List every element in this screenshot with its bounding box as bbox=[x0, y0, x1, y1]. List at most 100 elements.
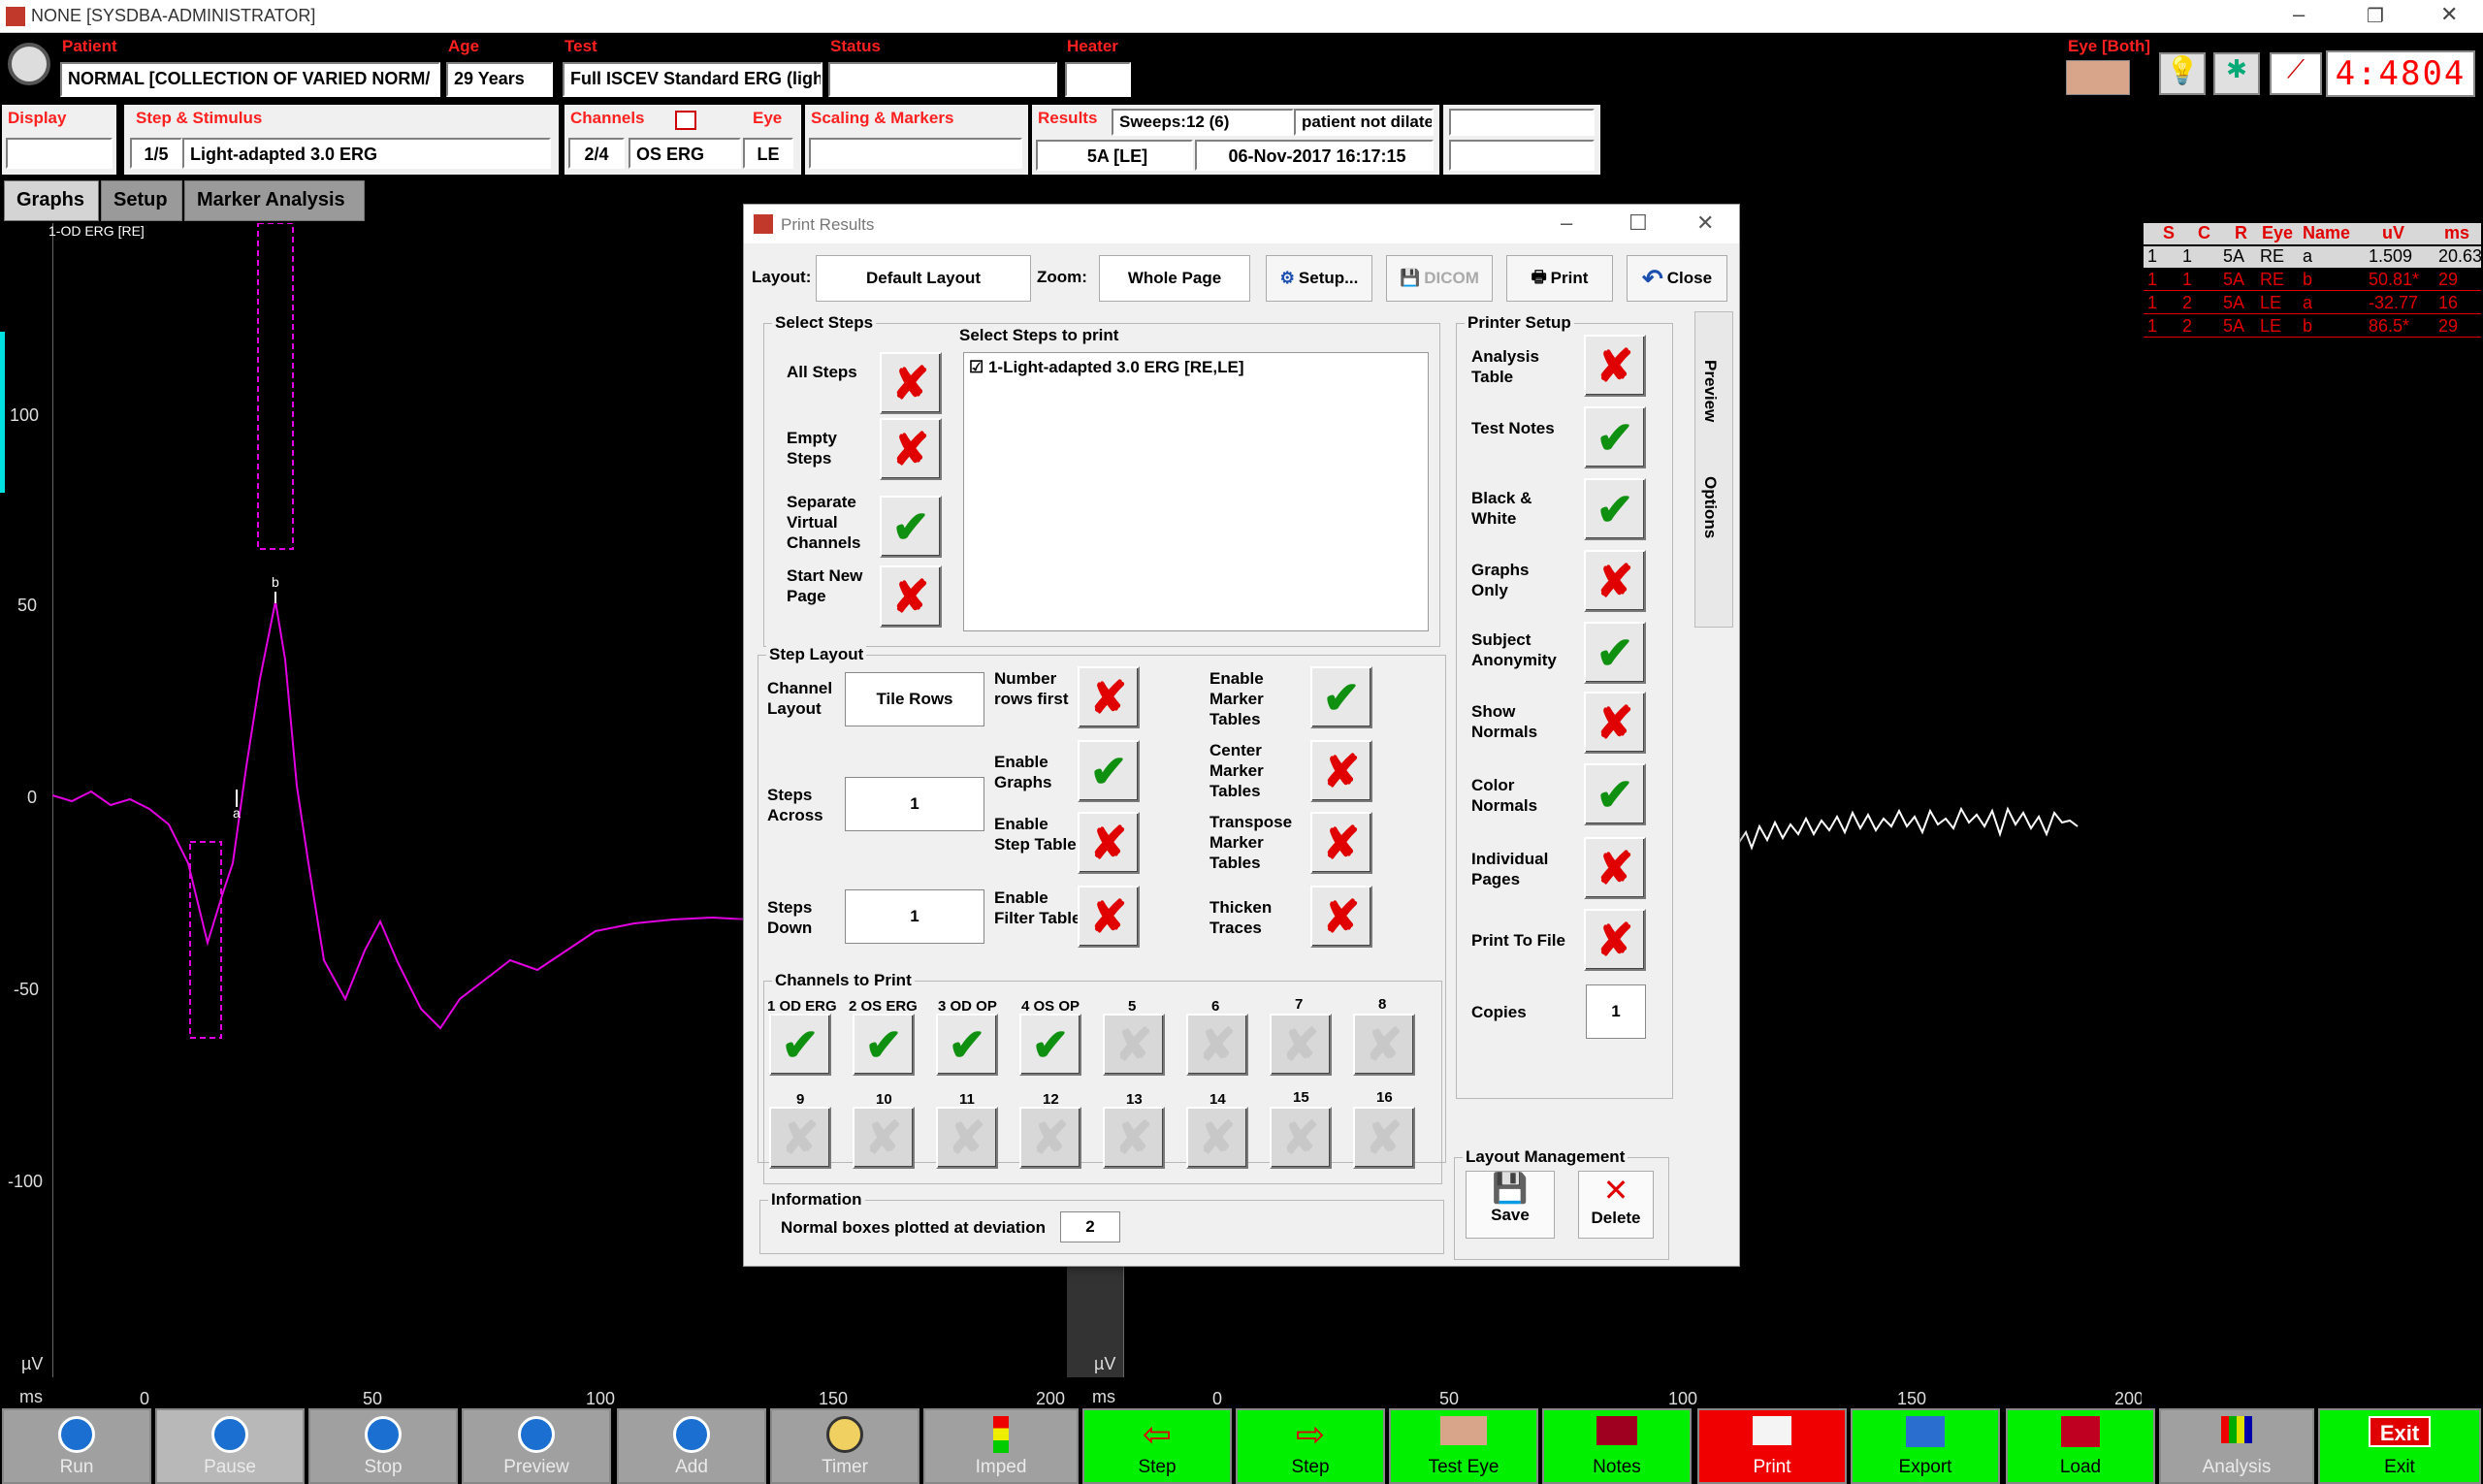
minimize-icon[interactable]: – bbox=[2293, 2, 2305, 27]
enable-step-table-toggle[interactable]: ✘ bbox=[1078, 812, 1140, 874]
run-button[interactable]: Run bbox=[2, 1408, 151, 1484]
color-normals-toggle[interactable]: ✔ bbox=[1584, 763, 1646, 825]
pause-button[interactable]: Pause bbox=[155, 1408, 305, 1484]
patient-field[interactable]: NORMAL [COLLECTION OF VARIED NORM/ bbox=[60, 62, 440, 97]
channel-6-toggle[interactable]: ✘ bbox=[1186, 1014, 1248, 1076]
col-header[interactable]: Name bbox=[2303, 223, 2350, 243]
channel-2-toggle[interactable]: ✔ bbox=[853, 1014, 915, 1076]
print-to-file-toggle[interactable]: ✘ bbox=[1584, 909, 1646, 971]
table-row[interactable]: 1 2 5A LE b 86.5* 29 bbox=[2144, 316, 2481, 338]
enable-graphs-toggle[interactable]: ✔ bbox=[1078, 740, 1140, 802]
table-row[interactable]: 1 1 5A RE a 1.509 20.63 bbox=[2144, 246, 2482, 268]
channel-1-toggle[interactable]: ✔ bbox=[769, 1014, 831, 1076]
cyan-scrollbar[interactable] bbox=[0, 332, 5, 493]
channel-10-toggle[interactable]: ✘ bbox=[853, 1107, 915, 1169]
channel-12-toggle[interactable]: ✘ bbox=[1019, 1107, 1081, 1169]
eye-photo[interactable] bbox=[2066, 60, 2130, 95]
save-button[interactable]: 💾 Save bbox=[1466, 1171, 1555, 1239]
col-header[interactable]: Eye bbox=[2262, 223, 2293, 243]
table-row[interactable]: 1 1 5A RE b 50.81* 29 bbox=[2144, 270, 2481, 291]
channel-8-toggle[interactable]: ✘ bbox=[1353, 1014, 1415, 1076]
channel-layout-select[interactable]: Tile Rows bbox=[845, 672, 984, 726]
layout-select[interactable]: Default Layout bbox=[816, 255, 1031, 302]
waveform-icon[interactable] bbox=[675, 111, 696, 130]
step-forward-button[interactable]: ⇨ Step bbox=[1236, 1408, 1385, 1484]
exit-button[interactable]: Exit Exit bbox=[2318, 1408, 2481, 1484]
steps-across-input[interactable]: 1 bbox=[845, 777, 984, 831]
copies-input[interactable]: 1 bbox=[1586, 984, 1646, 1039]
graphs-only-toggle[interactable]: ✘ bbox=[1584, 550, 1646, 612]
side-tab-preview[interactable] bbox=[1694, 311, 1733, 628]
channel-7-toggle[interactable]: ✘ bbox=[1270, 1014, 1332, 1076]
black-white-toggle[interactable]: ✔ bbox=[1584, 478, 1646, 540]
channel-15-toggle[interactable]: ✘ bbox=[1270, 1107, 1332, 1169]
dialog-maximize-icon[interactable]: ☐ bbox=[1628, 210, 1648, 236]
export-button[interactable]: Export bbox=[1851, 1408, 2000, 1484]
step-back-button[interactable]: ⇦ Step bbox=[1082, 1408, 1232, 1484]
enable-filter-table-toggle[interactable]: ✘ bbox=[1078, 886, 1140, 948]
test-notes-toggle[interactable]: ✔ bbox=[1584, 406, 1646, 468]
transpose-marker-tables-toggle[interactable]: ✘ bbox=[1310, 812, 1372, 874]
dialog-close-icon[interactable]: ✕ bbox=[1696, 210, 1714, 236]
analysis-table-toggle[interactable]: ✘ bbox=[1584, 335, 1646, 397]
close-icon[interactable]: ✕ bbox=[2440, 2, 2458, 27]
enable-marker-tables-toggle[interactable]: ✔ bbox=[1310, 666, 1372, 728]
steps-list-item[interactable]: ☑ 1-Light-adapted 3.0 ERG [RE,LE] bbox=[969, 358, 1244, 377]
channel-field[interactable]: OS ERG bbox=[629, 138, 741, 169]
channel-9-toggle[interactable]: ✘ bbox=[769, 1107, 831, 1169]
analysis-button[interactable]: Analysis bbox=[2159, 1408, 2314, 1484]
butterfly-icon[interactable]: ✱ bbox=[2213, 52, 2260, 95]
tab-setup[interactable]: Setup bbox=[101, 180, 182, 221]
number-rows-toggle[interactable]: ✘ bbox=[1078, 666, 1140, 728]
restore-icon[interactable]: ❐ bbox=[2367, 4, 2384, 28]
channel-14-toggle[interactable]: ✘ bbox=[1186, 1107, 1248, 1169]
col-header[interactable]: ms bbox=[2444, 223, 2469, 243]
deviation-input[interactable]: 2 bbox=[1060, 1211, 1120, 1242]
dialog-minimize-icon[interactable]: – bbox=[1561, 210, 1572, 236]
col-header[interactable]: C bbox=[2198, 223, 2210, 243]
test-eye-button[interactable]: Test Eye bbox=[1389, 1408, 1538, 1484]
options-tab-label[interactable]: Options bbox=[1700, 476, 1720, 538]
tab-graphs[interactable]: Graphs bbox=[4, 180, 99, 221]
tab-marker-analysis[interactable]: Marker Analysis bbox=[184, 180, 365, 221]
step-field[interactable]: Light-adapted 3.0 ERG bbox=[182, 138, 551, 169]
eye-field[interactable]: LE bbox=[743, 138, 793, 169]
subject-anonymity-toggle[interactable]: ✔ bbox=[1584, 622, 1646, 684]
dicom-button[interactable]: 💾 DICOM bbox=[1386, 255, 1493, 302]
col-header[interactable]: R bbox=[2235, 223, 2247, 243]
all-steps-toggle[interactable]: ✘ bbox=[880, 352, 942, 414]
individual-pages-toggle[interactable]: ✘ bbox=[1584, 837, 1646, 899]
dialog-print-button[interactable]: 🖶 Print bbox=[1506, 255, 1613, 302]
start-new-page-toggle[interactable]: ✘ bbox=[880, 565, 942, 628]
chart-icon[interactable]: ⟋ bbox=[2270, 52, 2322, 95]
center-marker-tables-toggle[interactable]: ✘ bbox=[1310, 740, 1372, 802]
preview-button[interactable]: Preview bbox=[462, 1408, 611, 1484]
channel-11-toggle[interactable]: ✘ bbox=[936, 1107, 998, 1169]
test-field[interactable]: Full ISCEV Standard ERG (ligh bbox=[563, 62, 822, 97]
print-button[interactable]: Print bbox=[1697, 1408, 1847, 1484]
channel-3-toggle[interactable]: ✔ bbox=[936, 1014, 998, 1076]
channel-16-toggle[interactable]: ✘ bbox=[1353, 1107, 1415, 1169]
add-button[interactable]: Add bbox=[617, 1408, 766, 1484]
steps-to-print-list[interactable] bbox=[963, 352, 1429, 631]
channel-4-toggle[interactable]: ✔ bbox=[1019, 1014, 1081, 1076]
load-button[interactable]: Load bbox=[2006, 1408, 2155, 1484]
col-header[interactable]: S bbox=[2163, 223, 2175, 243]
steps-down-input[interactable]: 1 bbox=[845, 889, 984, 944]
imped-button[interactable]: Imped bbox=[923, 1408, 1079, 1484]
empty-steps-toggle[interactable]: ✘ bbox=[880, 418, 942, 480]
zoom-select[interactable]: Whole Page bbox=[1099, 255, 1250, 302]
timer-button[interactable]: Timer bbox=[770, 1408, 919, 1484]
col-header[interactable]: uV bbox=[2382, 223, 2404, 243]
thicken-traces-toggle[interactable]: ✘ bbox=[1310, 886, 1372, 948]
setup-button[interactable]: ⚙ Setup... bbox=[1266, 255, 1372, 302]
show-normals-toggle[interactable]: ✘ bbox=[1584, 692, 1646, 754]
channel-13-toggle[interactable]: ✘ bbox=[1103, 1107, 1165, 1169]
delete-button[interactable]: ✕ Delete bbox=[1578, 1171, 1654, 1239]
dialog-close-button[interactable]: ↶ Close bbox=[1627, 255, 1727, 302]
notes-button[interactable]: Notes bbox=[1542, 1408, 1692, 1484]
stop-button[interactable]: Stop bbox=[308, 1408, 458, 1484]
age-field[interactable]: 29 Years bbox=[446, 62, 553, 97]
separate-virtual-toggle[interactable]: ✔ bbox=[880, 496, 942, 558]
bulb-icon[interactable]: 💡 bbox=[2159, 52, 2206, 95]
